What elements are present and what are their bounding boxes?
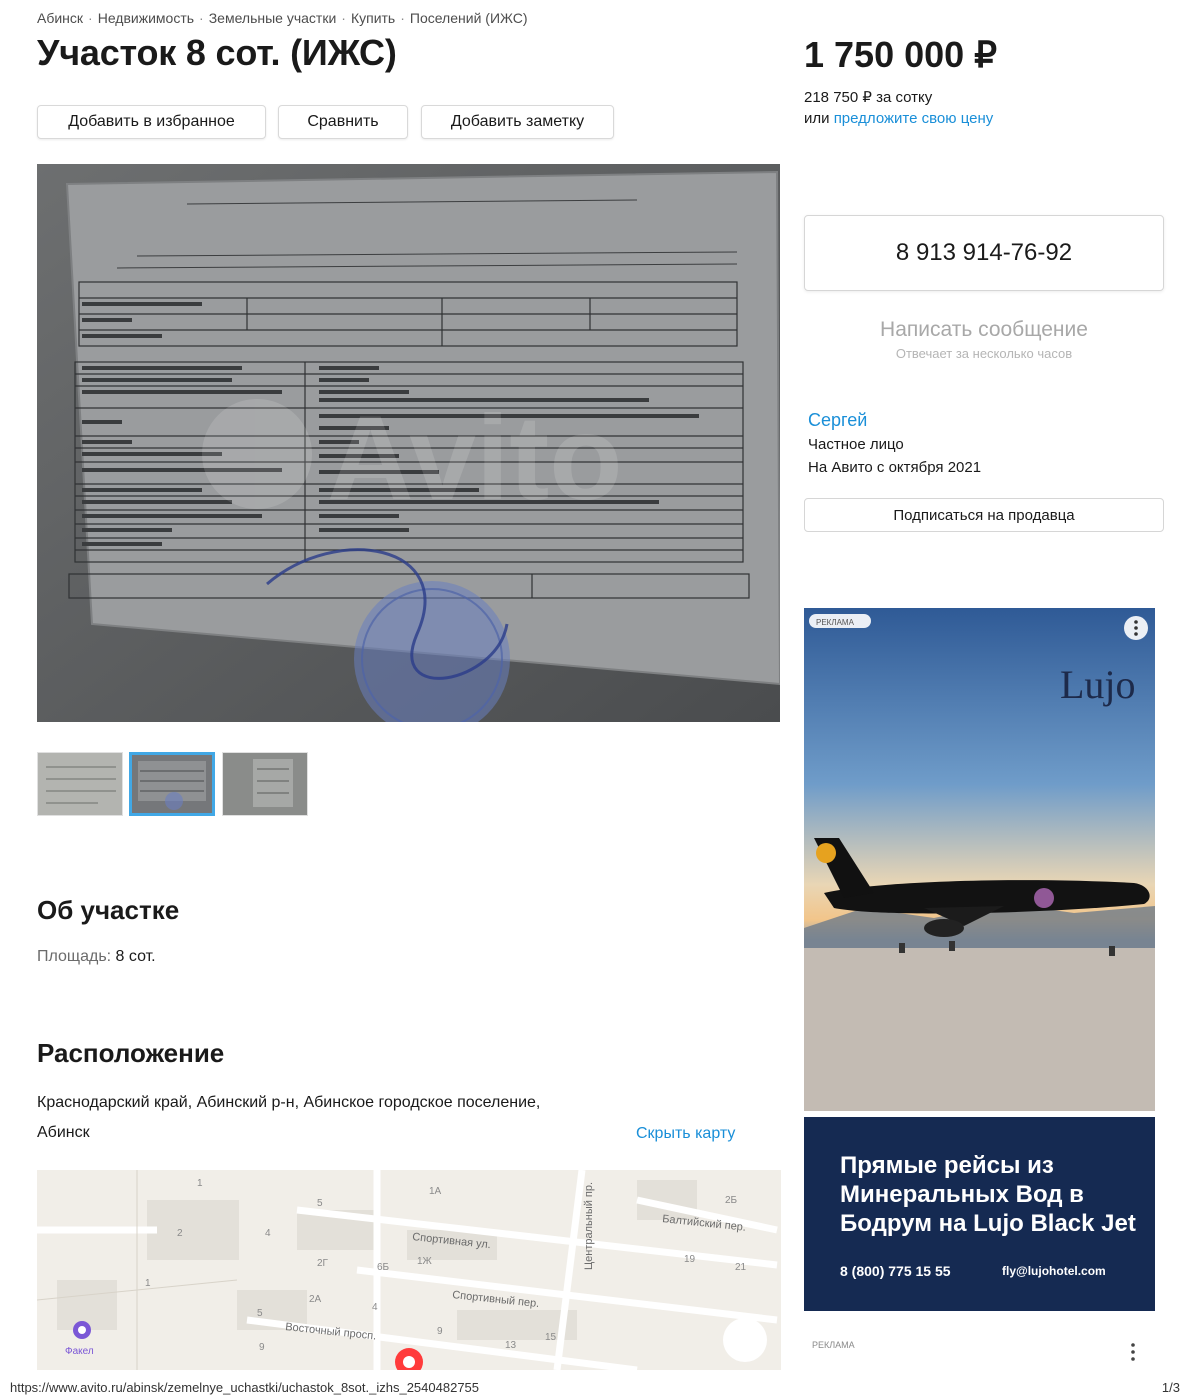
map-house-number: 15 xyxy=(545,1332,557,1343)
ad-headline-line: Бодрум на Lujo Black Jet xyxy=(840,1210,1136,1237)
map-house-number: 2 xyxy=(177,1228,183,1239)
price: 1 750 000 ₽ xyxy=(804,34,998,75)
map-house-number: 19 xyxy=(684,1254,696,1265)
gallery-thumbnail[interactable] xyxy=(37,752,123,816)
map-house-number: 1А xyxy=(429,1186,442,1197)
add-favorite-button[interactable]: Добавить в избранное xyxy=(37,105,266,139)
map-canvas: Спортивная ул. Спортивный пер. Балтийски… xyxy=(37,1170,781,1370)
phone-number-box[interactable]: 8 913 914-76-92 xyxy=(804,215,1164,291)
ad-text-panel[interactable]: Прямые рейсы из Минеральных Вод в Бодрум… xyxy=(804,1117,1155,1311)
compare-button[interactable]: Сравнить xyxy=(278,105,408,139)
map-house-number: 9 xyxy=(437,1326,443,1337)
map-house-number: 1 xyxy=(197,1178,203,1189)
ad-badge-second: РЕКЛАМА xyxy=(812,1340,855,1350)
ad-headline: Прямые рейсы из Минеральных Вод в Бодрум… xyxy=(840,1151,1136,1238)
seller-since: На Авито с октября 2021 xyxy=(808,459,982,476)
location-heading: Расположение xyxy=(37,1038,225,1068)
breadcrumb-item-izhs[interactable]: Поселений (ИЖС) xyxy=(410,10,528,26)
area-info: Площадь: 8 сот. xyxy=(37,948,156,966)
seller-name-link[interactable]: Сергей xyxy=(808,410,867,431)
breadcrumb-item-buy[interactable]: Купить xyxy=(351,10,395,26)
price-per-unit: 218 750 ₽ за сотку xyxy=(804,89,933,106)
map-house-number: 2Г xyxy=(317,1258,329,1269)
area-label: Площадь: xyxy=(37,948,112,965)
map-house-number: 21 xyxy=(735,1262,747,1273)
map-house-number: 4 xyxy=(372,1302,378,1313)
main-photo[interactable]: Avito xyxy=(37,164,780,722)
address-line-1: Краснодарский край, Абинский р-н, Абинск… xyxy=(37,1094,541,1111)
page-title: Участок 8 сот. (ИЖС) xyxy=(37,32,397,73)
location-map[interactable]: Спортивная ул. Спортивный пер. Балтийски… xyxy=(37,1170,781,1370)
breadcrumb-item-realty[interactable]: Недвижимость xyxy=(98,10,194,26)
seller-type: Частное лицо xyxy=(808,436,904,453)
map-street-label: Центральный пр. xyxy=(583,1182,595,1270)
map-house-number: 5 xyxy=(257,1308,263,1319)
map-house-number: 4 xyxy=(265,1228,271,1239)
offer-prefix: или xyxy=(804,110,830,127)
map-house-number: 1 xyxy=(145,1278,151,1289)
map-house-number: 13 xyxy=(505,1340,517,1351)
gallery-thumbnail[interactable] xyxy=(222,752,308,816)
write-message-button[interactable]: Написать сообщение xyxy=(804,318,1164,342)
thumbnail-image xyxy=(132,755,212,813)
page-number: 1/3 xyxy=(1161,1380,1180,1395)
ad-headline-line: Минеральных Вод в xyxy=(840,1181,1084,1208)
map-house-number: 1Ж xyxy=(417,1256,433,1267)
ad-menu-icon[interactable] xyxy=(1124,616,1148,640)
ad-banner[interactable]: Lujo РЕКЛАМА xyxy=(804,608,1155,1111)
breadcrumb: Абинск · Недвижимость · Земельные участки · Ку… xyxy=(37,10,528,26)
ad-badge: РЕКЛАМА xyxy=(816,618,855,627)
ad-more-icon[interactable] xyxy=(1129,1342,1137,1362)
map-house-number: 5 xyxy=(317,1198,323,1209)
page-url: https://www.avito.ru/abinsk/zemelnye_uch… xyxy=(10,1380,480,1395)
map-house-number: 6Б xyxy=(377,1262,390,1273)
ad-phone: 8 (800) 775 15 55 xyxy=(840,1263,951,1279)
map-house-number: 2Б xyxy=(725,1195,738,1206)
subscribe-seller-button[interactable]: Подписаться на продавца xyxy=(804,498,1164,532)
response-time: Отвечает за несколько часов xyxy=(895,346,1073,361)
ad-email: fly@lujohotel.com xyxy=(1002,1264,1106,1278)
add-note-button[interactable]: Добавить заметку xyxy=(421,105,614,139)
map-poi-label: Факел xyxy=(65,1346,94,1357)
ad-airplane-image: Lujo РЕКЛАМА xyxy=(804,608,1155,1111)
map-poi-icon[interactable] xyxy=(73,1321,91,1339)
area-value: 8 сот. xyxy=(115,948,156,965)
document-photo-image: Avito xyxy=(37,164,780,722)
svg-text:Avito: Avito xyxy=(327,391,623,525)
gallery-thumbnail-selected[interactable] xyxy=(129,752,215,816)
thumbnail-image xyxy=(223,753,307,815)
kebab-icon xyxy=(1131,1343,1135,1361)
address-line-2: Абинск xyxy=(37,1124,90,1141)
map-house-number: 9 xyxy=(259,1342,265,1353)
offer-price-link[interactable]: предложите свою цену xyxy=(834,110,994,127)
ad-headline-line: Прямые рейсы из xyxy=(840,1152,1054,1179)
breadcrumb-item-city[interactable]: Абинск xyxy=(37,10,83,26)
about-heading: Об участке xyxy=(37,895,180,925)
ad-brand-logo: Lujo xyxy=(1060,662,1136,707)
map-house-number: 2А xyxy=(309,1294,322,1305)
price-offer: или предложите свою цену xyxy=(804,110,993,127)
breadcrumb-item-land[interactable]: Земельные участки xyxy=(209,10,337,26)
phone-number: 8 913 914-76-92 xyxy=(895,239,1073,266)
hide-map-link[interactable]: Скрыть карту xyxy=(636,1125,735,1143)
thumbnail-image xyxy=(38,753,122,815)
